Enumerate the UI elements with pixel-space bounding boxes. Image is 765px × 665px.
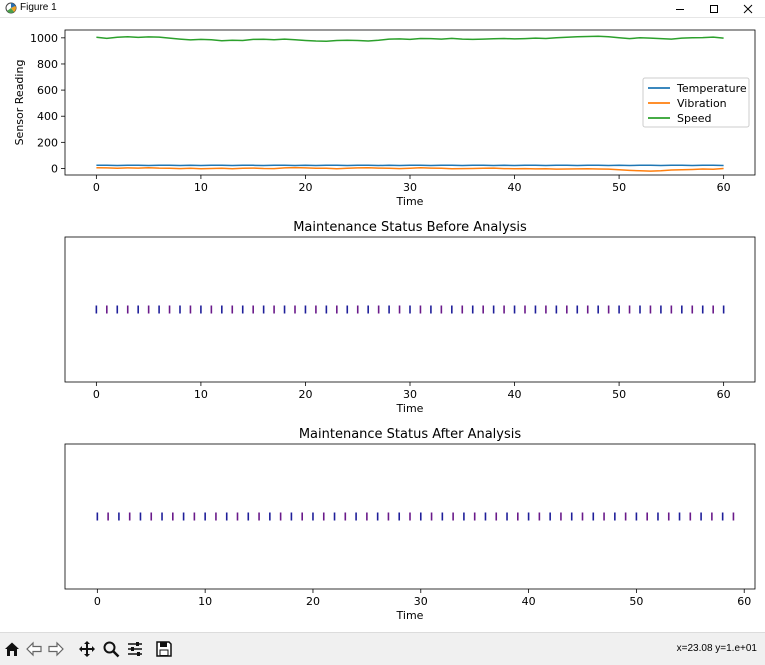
- sliders-icon: [126, 640, 144, 658]
- legend-entry: Vibration: [677, 97, 727, 110]
- minimize-icon: [675, 4, 685, 14]
- x-tick-label: 30: [403, 181, 417, 194]
- y-axis-label: Sensor Reading: [13, 60, 26, 146]
- cursor-coordinates-readout: x=23.08 y=1.e+01: [677, 643, 757, 654]
- maximize-icon: [709, 4, 719, 14]
- close-icon: [743, 4, 753, 14]
- pan-button[interactable]: [76, 638, 98, 660]
- maximize-button[interactable]: [697, 0, 731, 17]
- configure-subplots-button[interactable]: [124, 638, 146, 660]
- x-tick-label: 0: [94, 595, 101, 608]
- x-tick-label: 50: [612, 181, 626, 194]
- x-tick-label: 0: [93, 181, 100, 194]
- window-titlebar: Figure 1: [0, 0, 765, 18]
- subplot-1: 02004006008001000Sensor ReadingTemperatu…: [13, 30, 755, 208]
- x-tick-label: 40: [522, 595, 536, 608]
- x-tick-label: 30: [403, 388, 417, 401]
- subplot-title: Maintenance Status After Analysis: [299, 427, 522, 442]
- save-floppy-icon: [155, 640, 173, 658]
- legend-entry: Temperature: [676, 82, 747, 95]
- legend-entry: Speed: [677, 112, 711, 125]
- y-tick-label: 600: [37, 84, 58, 97]
- x-tick-label: 20: [298, 181, 312, 194]
- x-tick-label: 60: [737, 595, 751, 608]
- x-tick-label: 30: [414, 595, 428, 608]
- x-tick-label: 10: [194, 388, 208, 401]
- zoom-button[interactable]: [100, 638, 122, 660]
- zoom-magnifier-icon: [102, 640, 120, 658]
- x-axis-label: Time: [396, 195, 424, 208]
- back-arrow-icon: [25, 640, 43, 658]
- x-tick-label: 10: [198, 595, 212, 608]
- series-line-vibration: [96, 168, 723, 172]
- figure-canvas[interactable]: 02004006008001000Sensor ReadingTemperatu…: [0, 18, 765, 630]
- x-tick-label: 40: [508, 388, 522, 401]
- x-axis-label: Time: [396, 609, 424, 622]
- home-button[interactable]: [1, 638, 23, 660]
- back-button[interactable]: [23, 638, 45, 660]
- x-axis-label: Time: [396, 402, 424, 415]
- home-icon: [3, 640, 21, 658]
- subplot-2: Maintenance Status Before Analysis 0 10 20 3…: [65, 220, 755, 415]
- navigation-toolbar: x=23.08 y=1.e+01: [0, 632, 765, 665]
- save-button[interactable]: [153, 638, 175, 660]
- forward-arrow-icon: [47, 640, 65, 658]
- y-tick-label: 1000: [30, 32, 58, 45]
- y-tick-label: 800: [37, 58, 58, 71]
- x-tick-label: 10: [194, 181, 208, 194]
- pan-move-icon: [78, 640, 96, 658]
- x-tick-label: 50: [612, 388, 626, 401]
- minimize-button[interactable]: [663, 0, 697, 17]
- x-tick-label: 60: [717, 181, 731, 194]
- close-button[interactable]: [731, 0, 765, 17]
- x-tick-label: 50: [629, 595, 643, 608]
- subplot-title: Maintenance Status Before Analysis: [293, 220, 527, 235]
- legend: Temperature Vibration Speed: [643, 78, 749, 127]
- series-line-speed: [96, 36, 723, 41]
- window-title: Figure 1: [20, 2, 57, 13]
- x-tick-label: 40: [508, 181, 522, 194]
- matplotlib-app-icon: [5, 2, 17, 14]
- forward-button[interactable]: [45, 638, 67, 660]
- y-tick-label: 200: [37, 136, 58, 149]
- y-tick-label: 0: [51, 162, 58, 175]
- x-tick-label: 20: [306, 595, 320, 608]
- x-tick-label: 20: [298, 388, 312, 401]
- x-tick-label: 60: [717, 388, 731, 401]
- y-tick-label: 400: [37, 110, 58, 123]
- x-tick-label: 0: [93, 388, 100, 401]
- subplot-3: Maintenance Status After Analysis 0 10 20 30…: [65, 427, 755, 622]
